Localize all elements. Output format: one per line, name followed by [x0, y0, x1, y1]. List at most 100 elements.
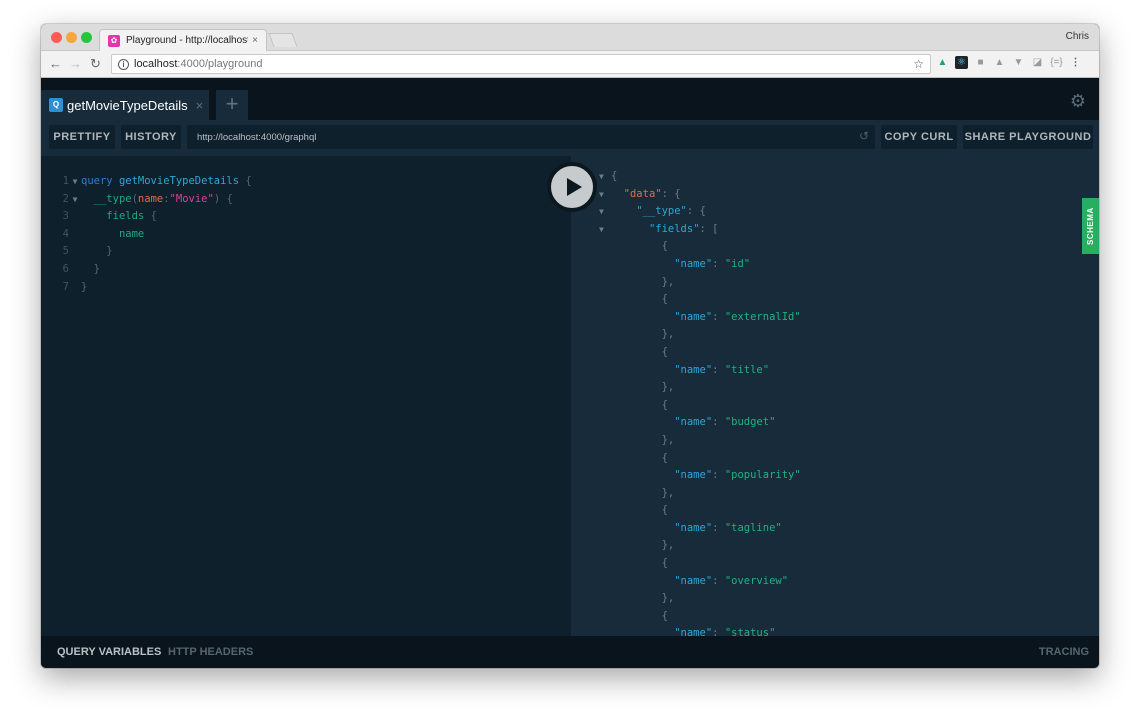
url-path: :4000/playground: [177, 58, 263, 70]
json-line: "name": "overview": [674, 574, 789, 587]
bookmark-star-icon[interactable]: ☆: [913, 57, 924, 71]
line-number: 5: [62, 245, 69, 258]
extension-icon[interactable]: ◪: [1031, 56, 1044, 69]
json-line: },: [661, 328, 675, 341]
code-line: 1 ▼ query getMovieTypeDetails {: [59, 173, 252, 191]
bottom-panel-bar: QUERY VARIABLES HTTP HEADERS TRACING: [41, 636, 1099, 668]
schema-tab[interactable]: SCHEMA: [1082, 198, 1099, 254]
browser-navbar: ← → ↻ i localhost:4000/playground ☆ ▲ ⚛ …: [41, 51, 1099, 78]
line-number: 1: [62, 175, 69, 187]
line-number: 4: [62, 227, 69, 240]
json-key: "name": [674, 521, 713, 534]
json-line: {: [661, 240, 668, 253]
json-key: "name": [674, 310, 713, 323]
json-line: "name": "tagline": [674, 521, 782, 534]
json-value: "popularity": [724, 469, 801, 482]
json-value: "status": [724, 627, 776, 636]
close-icon[interactable]: ×: [248, 35, 262, 46]
json-value: "overview": [724, 574, 789, 587]
json-line: },: [661, 486, 675, 499]
forward-arrow-icon[interactable]: →: [69, 56, 82, 71]
vue-devtools-icon[interactable]: ▼: [1012, 56, 1025, 69]
query-variables-tab[interactable]: QUERY VARIABLES: [57, 646, 161, 658]
json-viewer-icon[interactable]: {=}: [1050, 56, 1063, 69]
new-tab-button[interactable]: [268, 33, 298, 47]
address-bar[interactable]: i localhost:4000/playground ☆: [111, 54, 931, 74]
back-arrow-icon[interactable]: ←: [49, 56, 62, 71]
fold-arrow-icon[interactable]: ▼: [69, 173, 81, 191]
json-line: {: [661, 293, 668, 306]
json-line: },: [661, 381, 675, 394]
result-json: ▼{ ▼ "data": { ▼ "__type": { ▼ "fields":…: [599, 168, 801, 636]
field-fields: fields: [106, 210, 145, 223]
line-number: 3: [62, 210, 69, 223]
json-value: "tagline": [724, 521, 782, 534]
react-devtools-icon[interactable]: ⚛: [955, 56, 968, 69]
url-host: localhost: [134, 58, 178, 70]
history-button[interactable]: HISTORY: [121, 125, 181, 149]
profile-name[interactable]: Chris: [1066, 31, 1089, 42]
http-headers-tab[interactable]: HTTP HEADERS: [168, 646, 253, 658]
fold-arrow-icon[interactable]: ▼: [599, 203, 611, 221]
json-line: {: [661, 451, 668, 464]
extensions-bar: ▲ ⚛ ■ ▲ ▼ ◪ {=} ⋮: [936, 56, 1082, 69]
extension-icon[interactable]: ▲: [993, 56, 1006, 69]
copy-curl-button[interactable]: COPY CURL: [881, 125, 957, 149]
json-key: "name": [674, 469, 713, 482]
fold-arrow-icon[interactable]: ▼: [599, 221, 611, 239]
query-editor[interactable]: 1 ▼ query getMovieTypeDetails { 2 ▼ __type(…: [41, 156, 571, 636]
query-keyword: query: [81, 175, 113, 187]
reload-icon[interactable]: ↻: [90, 56, 101, 72]
close-window-button[interactable]: [51, 32, 62, 43]
json-line: "name": "status": [599, 625, 801, 636]
prettify-button[interactable]: PRETTIFY: [49, 125, 115, 149]
field-type: __type: [93, 192, 132, 205]
json-line: {: [661, 504, 668, 517]
gear-icon[interactable]: ⚙: [1070, 91, 1086, 112]
arg-value: "Movie": [169, 192, 214, 205]
json-value: "title": [724, 363, 770, 376]
reload-schema-icon[interactable]: ↺: [859, 129, 869, 143]
graphql-playground-icon: ✿: [108, 34, 120, 47]
info-icon[interactable]: i: [118, 58, 129, 70]
json-value: "id": [724, 257, 751, 270]
execute-query-button[interactable]: [547, 162, 597, 212]
json-key: "name": [674, 416, 713, 429]
code-line: 7 }: [59, 279, 252, 297]
fold-arrow-icon[interactable]: ▼: [599, 168, 611, 186]
json-key: "data": [623, 187, 662, 200]
extension-icon[interactable]: ■: [974, 56, 987, 69]
query-tab-title: getMovieTypeDetails: [67, 97, 188, 113]
endpoint-input[interactable]: http://localhost:4000/graphql ↺: [187, 125, 875, 149]
json-line: ▼ "data": {: [599, 186, 801, 204]
close-icon[interactable]: ×: [196, 98, 204, 113]
result-viewer[interactable]: ▼{ ▼ "data": { ▼ "__type": { ▼ "fields":…: [571, 156, 1099, 636]
tracing-tab[interactable]: TRACING: [1039, 646, 1089, 658]
json-key: "__type": [636, 205, 687, 218]
json-line: },: [661, 433, 675, 446]
code-line: 5 }: [59, 243, 252, 261]
line-number: 2: [62, 192, 69, 205]
json-line: },: [661, 539, 675, 552]
playground-toolbar: PRETTIFY HISTORY http://localhost:4000/g…: [41, 120, 1099, 156]
json-key: "name": [674, 627, 713, 636]
browser-window: ✿ Playground - http://localhost:4 × Chri…: [41, 24, 1099, 668]
google-drive-icon[interactable]: ▲: [936, 56, 949, 69]
maximize-window-button[interactable]: [81, 32, 92, 43]
fold-arrow-icon[interactable]: ▼: [599, 186, 611, 204]
minimize-window-button[interactable]: [66, 32, 77, 43]
json-line: {: [661, 609, 668, 622]
query-tab[interactable]: Q getMovieTypeDetails ×: [41, 90, 209, 120]
operation-name: getMovieTypeDetails: [118, 175, 240, 187]
json-key: "fields": [648, 222, 700, 235]
playground-tabbar: Q getMovieTypeDetails × + ⚙: [41, 78, 1099, 120]
json-line: {: [661, 557, 668, 570]
browser-tab[interactable]: ✿ Playground - http://localhost:4 ×: [99, 29, 267, 51]
more-menu-icon[interactable]: ⋮: [1069, 56, 1082, 69]
browser-titlebar: ✿ Playground - http://localhost:4 × Chri…: [41, 24, 1099, 51]
share-playground-button[interactable]: SHARE PLAYGROUND: [963, 125, 1093, 149]
field-name: name: [118, 227, 145, 240]
add-tab-button[interactable]: +: [216, 90, 248, 120]
fold-arrow-icon[interactable]: ▼: [69, 191, 81, 209]
json-key: "name": [674, 363, 713, 376]
